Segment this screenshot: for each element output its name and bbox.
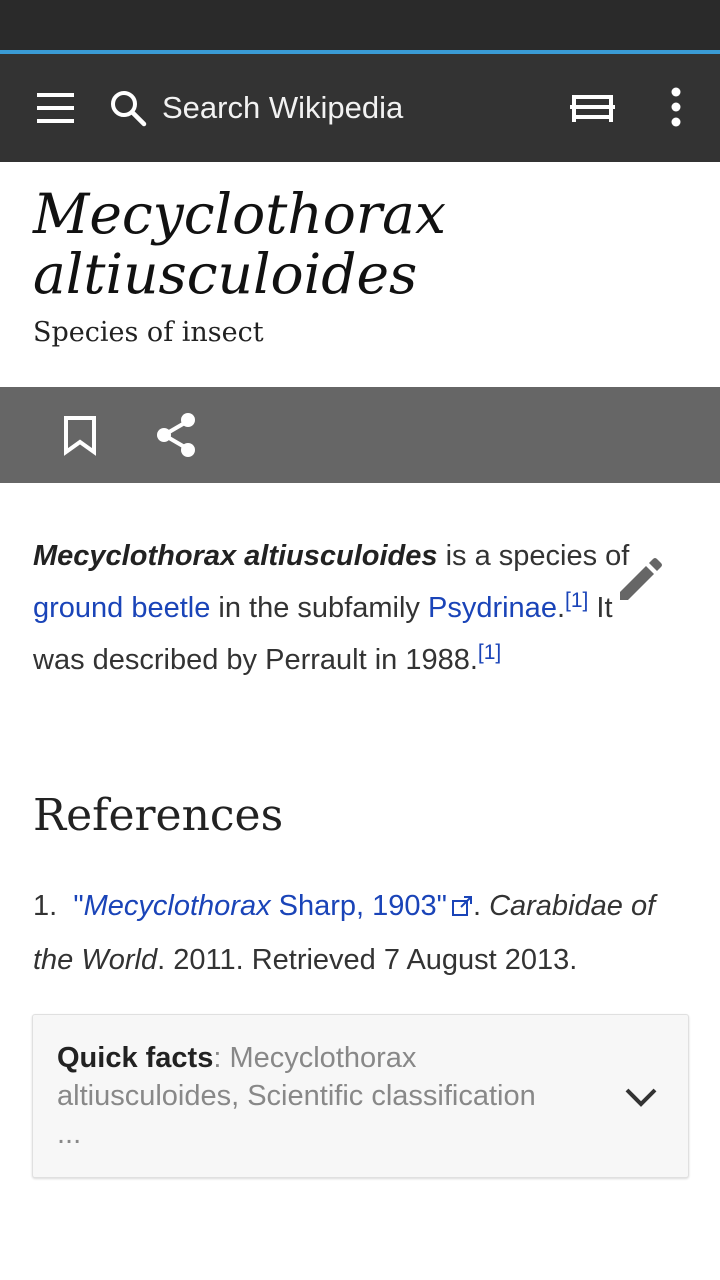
edit-section-button[interactable] (612, 552, 668, 608)
bookmark-icon (64, 416, 96, 456)
reading-list-icon (570, 95, 615, 122)
link-psydrinae[interactable]: Psydrinae (428, 592, 557, 624)
overflow-menu-button[interactable] (652, 78, 700, 138)
page-description: Species of insect (33, 317, 264, 348)
app-toolbar: Search Wikipedia (0, 54, 720, 162)
reference-external-link[interactable]: "Mecyclothorax Sharp, 1903" (73, 890, 473, 922)
share-icon (157, 413, 195, 457)
external-link-icon (451, 882, 473, 934)
article-action-bar (0, 387, 720, 483)
quick-facts-text: Quick facts: Mecyclothorax altiusculoide… (57, 1042, 536, 1150)
reading-lists-button[interactable] (560, 78, 624, 138)
search-icon (108, 88, 148, 128)
search-placeholder: Search Wikipedia (162, 90, 404, 125)
menu-icon (37, 93, 74, 123)
reference-item: 1. "Mecyclothorax Sharp, 1903". Carabida… (33, 880, 698, 986)
menu-button[interactable] (24, 78, 88, 138)
lead-paragraph: Mecyclothorax altiusculoides is a specie… (33, 540, 630, 676)
article-body: Mecyclothorax altiusculoides is a specie… (33, 530, 653, 686)
lead-bold-name: Mecyclothorax altiusculoides (33, 540, 438, 572)
article-header: Mecyclothorax altiusculoides Species of … (0, 162, 720, 387)
quick-facts-card[interactable]: Quick facts: Mecyclothorax altiusculoide… (32, 1014, 689, 1178)
link-ground-beetle[interactable]: ground beetle (33, 592, 210, 624)
citation-2[interactable]: [1] (478, 641, 501, 664)
citation-1[interactable]: [1] (565, 589, 588, 612)
save-bookmark-button[interactable] (50, 405, 110, 465)
share-button[interactable] (146, 405, 206, 465)
edit-pencil-icon (620, 558, 662, 600)
more-vert-icon (671, 87, 681, 127)
page-title: Mecyclothorax altiusculoides (33, 182, 446, 306)
chevron-down-icon (621, 1079, 661, 1115)
status-bar (0, 0, 720, 50)
search-bar[interactable]: Search Wikipedia (108, 72, 528, 144)
references-heading: References (33, 790, 284, 841)
